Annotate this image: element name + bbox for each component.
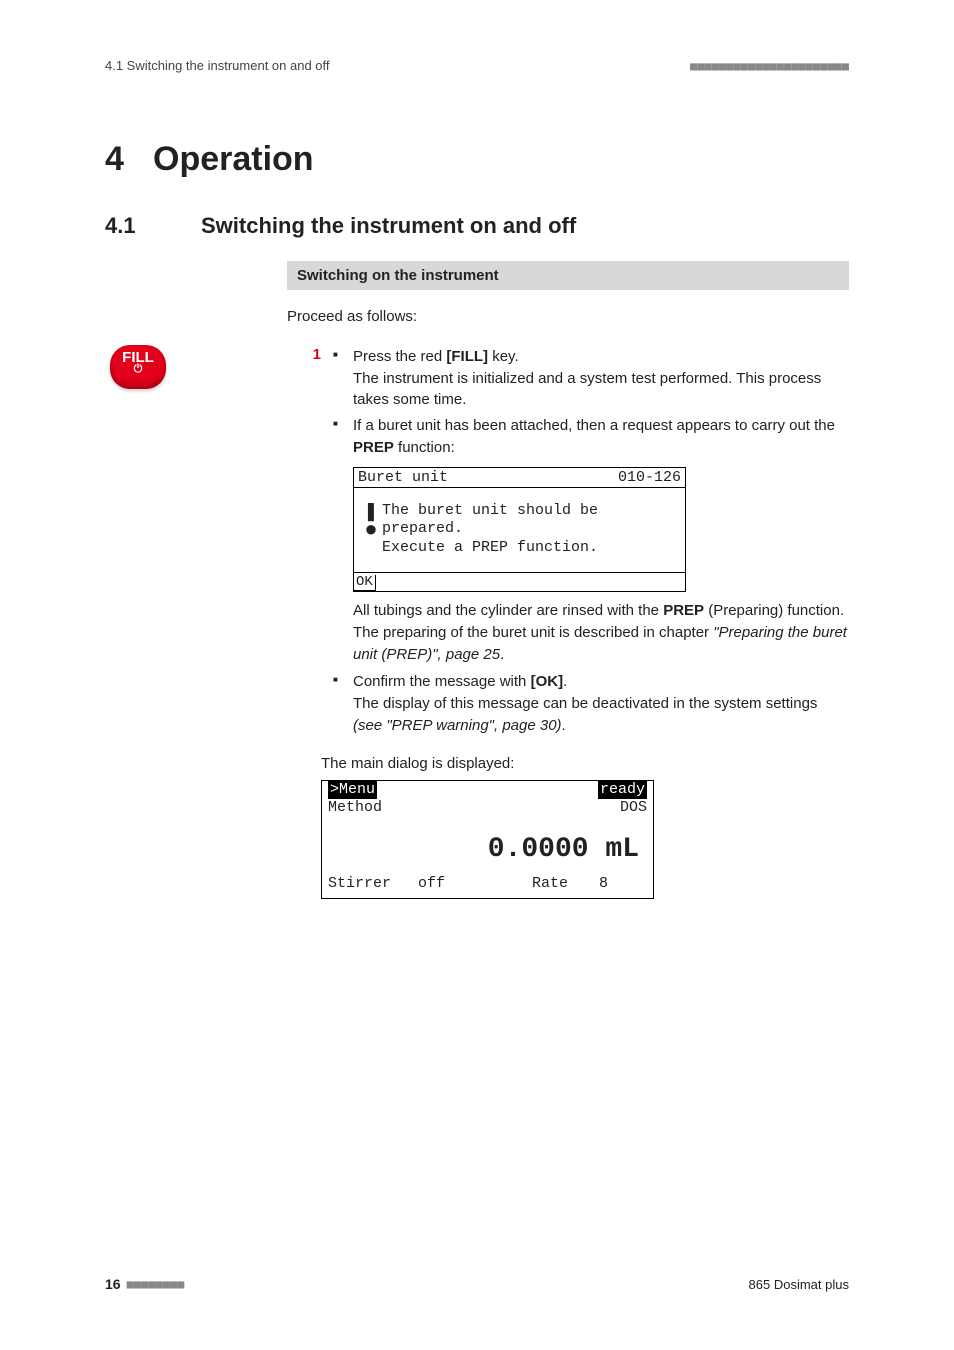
step1-bullet1: Press the red [FILL] key. The instrument… [331, 346, 849, 411]
lcd-title: Buret unit [358, 469, 448, 487]
warning-icon: ❚● [360, 502, 382, 558]
chapter-number: 4 [105, 140, 153, 179]
lcd-message: The buret unit should be prepared. Execu… [382, 502, 598, 558]
page-footer: 16 ■■■■■■■■ 865 Dosimat plus [105, 1276, 849, 1292]
step1-after-lcd: All tubings and the cylinder are rinsed … [331, 600, 849, 665]
footer-ornament: ■■■■■■■■ [127, 1277, 185, 1291]
step1-bullet3-cont: The display of this message can be deact… [353, 693, 849, 737]
subheading-bar: Switching on the instrument [287, 261, 849, 290]
main-dialog-intro: The main dialog is displayed: [287, 755, 849, 772]
lcd-dos-label: DOS [620, 799, 647, 818]
step-1: 1 Press the red [FILL] key. The instrume… [287, 346, 849, 741]
step1-bullet2: If a buret unit has been attached, then … [331, 415, 849, 459]
step1-bullet3: Confirm the message with [OK]. The displ… [331, 671, 849, 736]
section-heading: 4.1 Switching the instrument on and off [105, 213, 849, 239]
chapter-heading: 4Operation [105, 140, 849, 179]
lcd-ok-softkey: OK [353, 575, 376, 591]
intro-text: Proceed as follows: [287, 306, 849, 328]
lcd-rate-label: Rate [488, 875, 568, 892]
main-dialog-display: >Menu ready Method DOS 0.0000 mL Stirrer… [321, 780, 654, 900]
lcd-code: 010-126 [618, 469, 681, 487]
chapter-title: Operation [153, 140, 314, 178]
page-number: 16 [105, 1276, 121, 1292]
lcd-main-value: 0.0000 mL [322, 818, 653, 875]
lcd-stirrer-label: Stirrer [328, 875, 418, 892]
step1-bullet1-cont: The instrument is initialized and a syst… [353, 368, 849, 412]
lcd-method-label: Method [328, 799, 382, 818]
header-ornament: ■■■■■■■■■■■■■■■■■■■■■■ [690, 59, 849, 73]
page-header: 4.1 Switching the instrument on and off … [105, 58, 849, 73]
lcd-ready-label: ready [598, 781, 647, 800]
section-number: 4.1 [105, 213, 201, 239]
footer-product: 865 Dosimat plus [749, 1277, 849, 1292]
step-number: 1 [287, 346, 331, 741]
lcd-rate-value: 8 [568, 875, 608, 892]
lcd-stirrer-value: off [418, 875, 488, 892]
lcd-menu-label: >Menu [328, 781, 377, 800]
section-title: Switching the instrument on and off [201, 213, 576, 239]
running-header-left: 4.1 Switching the instrument on and off [105, 58, 330, 73]
buret-message-display: Buret unit 010-126 ❚● The buret unit sho… [353, 467, 686, 593]
